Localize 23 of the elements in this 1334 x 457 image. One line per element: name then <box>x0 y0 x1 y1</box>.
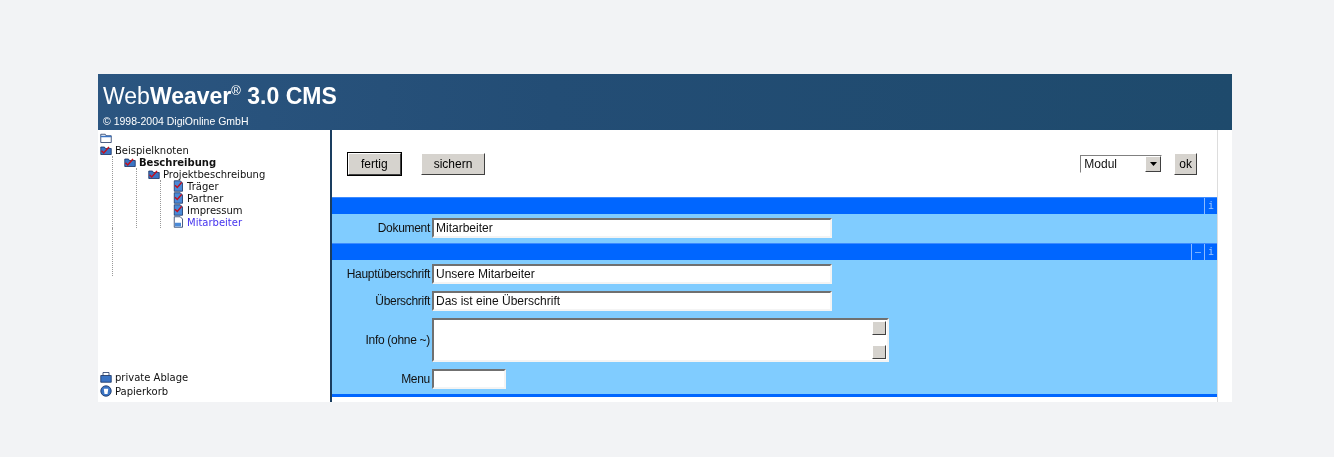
sidebar-item[interactable]: Papierkorb <box>115 385 169 397</box>
field-label: Menu <box>400 372 430 386</box>
tree-item[interactable]: Beispielknoten <box>115 144 189 156</box>
input-field[interactable]: Das ist eine Überschrift <box>432 291 832 311</box>
tree-item[interactable]: Träger <box>187 180 219 192</box>
tree-item[interactable]: Mitarbeiter <box>187 216 243 228</box>
module-select[interactable]: Modul <box>1080 154 1163 173</box>
field-label: Info (ohne ~) <box>364 333 430 347</box>
ok-button[interactable]: ok <box>1174 152 1197 175</box>
copyright-text: © 1998-2004 DigiOnline GmbH <box>103 114 249 127</box>
toolbar-button[interactable]: sichern <box>420 152 486 175</box>
field-label: Hauptüberschrift <box>345 267 430 281</box>
tree-item[interactable]: Partner <box>187 192 224 204</box>
tree-item[interactable]: Impressum <box>187 204 243 216</box>
toolbar-button[interactable]: fertig <box>348 152 401 175</box>
field-label: Dokument <box>376 221 430 235</box>
sidebar-item[interactable]: private Ablage <box>115 371 189 383</box>
tree-item[interactable]: Projektbeschreibung <box>163 168 266 180</box>
field-label: Überschrift <box>374 294 430 308</box>
tree-item[interactable]: Beschreibung <box>139 156 217 168</box>
input-field[interactable]: Mitarbeiter <box>432 218 832 238</box>
input-field[interactable]: Unsere Mitarbeiter <box>432 264 832 284</box>
app-title: WebWeaver$^{®}$ 3.0 CMS <box>103 81 337 109</box>
